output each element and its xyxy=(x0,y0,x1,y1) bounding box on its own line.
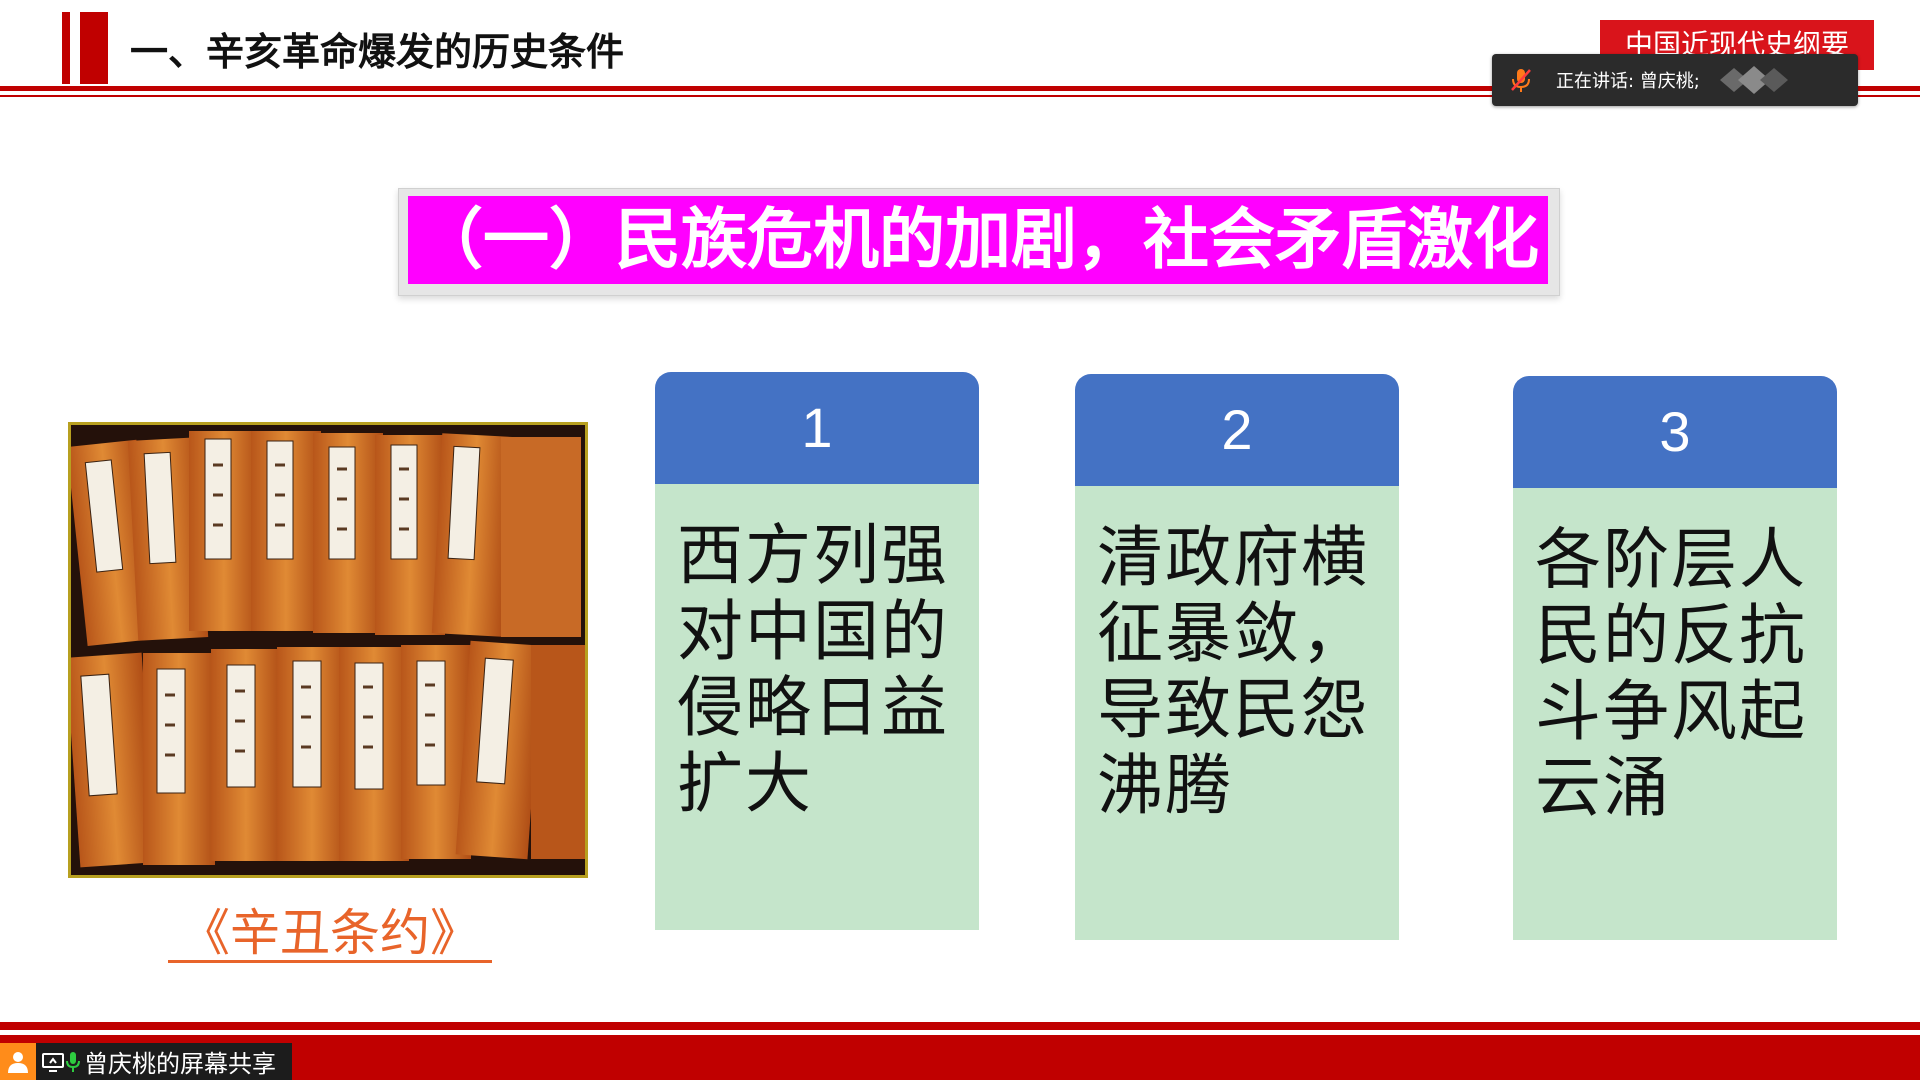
screen-share-label: 曾庆桃的屏幕共享 xyxy=(84,1050,276,1078)
card-text-line: 扩大 xyxy=(677,745,813,822)
speaking-indicator: 正在讲话: 曾庆桃; xyxy=(1492,54,1858,106)
photo-caption: 《辛丑条约》 xyxy=(180,904,480,962)
screen-share-icon xyxy=(42,1052,64,1072)
card-number: 3 xyxy=(1513,376,1837,488)
card-text: 清政府横 征暴敛， 导致民怨 沸腾 xyxy=(1075,486,1399,940)
caption-underline xyxy=(168,960,492,963)
section-banner: （一）民族危机的加剧，社会矛盾激化 xyxy=(408,196,1548,284)
footer-divider xyxy=(0,1022,1920,1030)
point-card-2: 2 清政府横 征暴敛， 导致民怨 沸腾 xyxy=(1075,374,1399,940)
card-text-line: 侵略日益 xyxy=(677,669,949,746)
screen-share-view: 一、辛亥革命爆发的历史条件 中国近现代史纲要 正在讲话: 曾庆桃; （一）民族危… xyxy=(0,0,1920,1080)
card-text-line: 导致民怨 xyxy=(1097,671,1369,748)
card-text-line: 对中国的 xyxy=(677,593,949,670)
person-icon xyxy=(0,1043,36,1080)
mic-green-icon xyxy=(66,1051,80,1072)
speaker-avatars-icon xyxy=(1719,66,1788,94)
card-text-line: 清政府横 xyxy=(1097,519,1369,596)
header-accent-block xyxy=(80,12,108,84)
treaty-photo xyxy=(68,422,588,878)
point-card-1: 1 西方列强 对中国的 侵略日益 扩大 xyxy=(655,372,979,930)
card-text-line: 各阶层人 xyxy=(1535,521,1807,598)
speaking-text: 正在讲话: 曾庆桃; xyxy=(1556,71,1700,92)
point-card-3: 3 各阶层人 民的反抗 斗争风起 云涌 xyxy=(1513,376,1837,940)
screen-share-indicator[interactable]: 曾庆桃的屏幕共享 xyxy=(0,1043,292,1080)
card-text-line: 西方列强 xyxy=(677,517,949,594)
card-text-line: 民的反抗 xyxy=(1535,597,1807,674)
card-text-line: 斗争风起 xyxy=(1535,673,1807,750)
header-accent-bar xyxy=(62,12,70,84)
mic-muted-icon xyxy=(1511,69,1531,92)
card-text: 西方列强 对中国的 侵略日益 扩大 xyxy=(655,484,979,930)
card-number: 1 xyxy=(655,372,979,484)
card-text-line: 云涌 xyxy=(1535,749,1671,826)
card-number: 2 xyxy=(1075,374,1399,486)
card-text-line: 沸腾 xyxy=(1097,747,1233,824)
card-text: 各阶层人 民的反抗 斗争风起 云涌 xyxy=(1513,488,1837,940)
slide-header-title: 一、辛亥革命爆发的历史条件 xyxy=(130,30,625,74)
card-text-line: 征暴敛， xyxy=(1097,595,1369,672)
